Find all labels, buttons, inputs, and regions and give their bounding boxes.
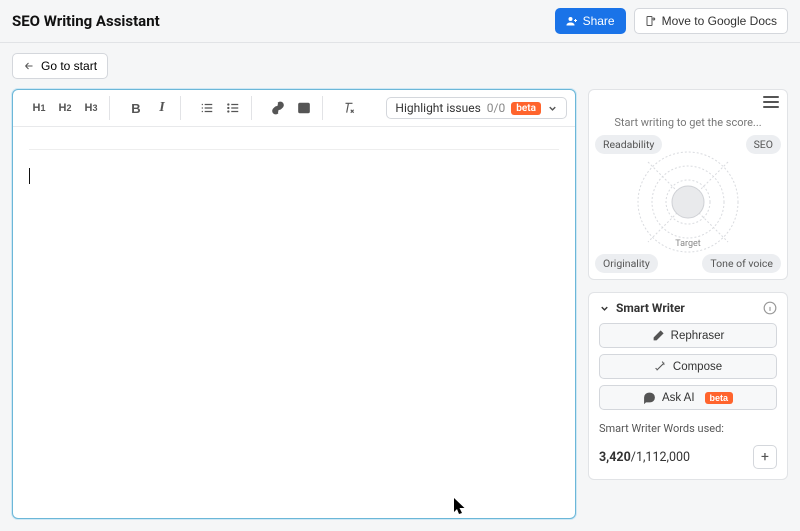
usage-value: 3,420/1,112,000 <box>599 450 690 465</box>
usage-row: 3,420/1,112,000 + <box>599 445 777 469</box>
image-icon <box>297 101 311 115</box>
smart-writer-body: Rephraser Compose Ask AI beta Smart Writ… <box>589 323 787 479</box>
title-divider <box>29 149 559 150</box>
info-icon[interactable] <box>763 301 777 315</box>
link-button[interactable] <box>266 96 290 120</box>
pencil-icon <box>652 329 665 342</box>
workspace: H1 H2 H3 B I <box>0 89 800 531</box>
italic-button[interactable]: I <box>150 96 174 120</box>
compose-button[interactable]: Compose <box>599 354 777 379</box>
editor-toolbar: H1 H2 H3 B I <box>13 90 575 127</box>
insert-group <box>260 96 323 120</box>
clear-format-icon <box>342 101 356 115</box>
chevron-down-icon <box>599 303 610 314</box>
mouse-cursor-icon <box>453 497 467 515</box>
h3-button[interactable]: H3 <box>79 96 103 120</box>
link-icon <box>271 101 285 115</box>
ask-ai-button[interactable]: Ask AI beta <box>599 385 777 410</box>
highlight-issues-dropdown[interactable]: Highlight issues 0/0 beta <box>386 97 567 119</box>
smart-writer-card: Smart Writer Rephraser Compose Ask AI be… <box>588 292 788 480</box>
header-actions: Share Move to Google Docs <box>555 8 788 34</box>
radar-chart-area: Readability SEO Target Originality Tone … <box>589 131 787 279</box>
text-cursor <box>29 168 30 184</box>
ordered-list-button[interactable] <box>195 96 219 120</box>
seo-pill[interactable]: SEO <box>746 135 781 154</box>
readability-pill[interactable]: Readability <box>595 135 662 154</box>
page-title: SEO Writing Assistant <box>12 12 160 30</box>
editor-textarea[interactable] <box>13 127 575 518</box>
text-style-group: B I <box>118 96 181 120</box>
clear-group <box>331 96 367 120</box>
unordered-list-button[interactable] <box>221 96 245 120</box>
radar-target-label: Target <box>675 239 701 249</box>
beta-badge: beta <box>511 102 541 115</box>
add-words-button[interactable]: + <box>753 445 777 469</box>
share-button[interactable]: Share <box>555 8 626 34</box>
move-to-docs-button[interactable]: Move to Google Docs <box>634 8 788 34</box>
wand-icon <box>654 360 667 373</box>
score-hint: Start writing to get the score... <box>589 114 787 131</box>
bold-button[interactable]: B <box>124 96 148 120</box>
smart-writer-header: Smart Writer <box>589 293 787 323</box>
person-plus-icon <box>566 15 578 27</box>
list-group <box>189 96 252 120</box>
back-to-start-button[interactable]: Go to start <box>12 53 108 79</box>
h1-button[interactable]: H1 <box>27 96 51 120</box>
unordered-list-icon <box>226 101 240 115</box>
clear-format-button[interactable] <box>337 96 361 120</box>
heading-group: H1 H2 H3 <box>21 96 110 120</box>
export-icon <box>645 15 657 27</box>
usage-label: Smart Writer Words used: <box>599 422 777 435</box>
score-card: Start writing to get the score... Readab… <box>588 89 788 280</box>
sub-toolbar: Go to start <box>0 43 800 89</box>
menu-icon[interactable] <box>763 96 779 108</box>
arrow-left-icon <box>23 60 35 72</box>
originality-pill[interactable]: Originality <box>595 254 658 273</box>
ordered-list-icon <box>200 101 214 115</box>
tone-pill[interactable]: Tone of voice <box>702 254 781 273</box>
chat-icon <box>643 391 656 404</box>
smart-writer-title-row[interactable]: Smart Writer <box>599 301 685 315</box>
chevron-down-icon <box>547 103 558 114</box>
side-pane: Start writing to get the score... Readab… <box>588 89 788 519</box>
beta-badge: beta <box>705 392 734 404</box>
app-header: SEO Writing Assistant Share Move to Goog… <box>0 0 800 43</box>
h2-button[interactable]: H2 <box>53 96 77 120</box>
editor-pane: H1 H2 H3 B I <box>12 89 576 519</box>
rephraser-button[interactable]: Rephraser <box>599 323 777 348</box>
score-card-header <box>589 90 787 114</box>
image-button[interactable] <box>292 96 316 120</box>
